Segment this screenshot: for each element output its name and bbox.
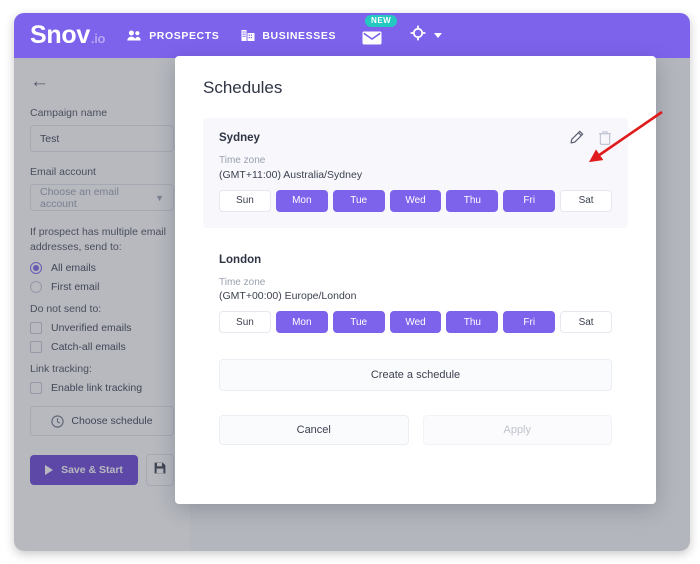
create-schedule-label: Create a schedule [370, 369, 461, 381]
apply-button[interactable]: Apply [422, 415, 612, 445]
day-button-sun[interactable]: Sun [219, 311, 271, 333]
day-selector-london: Sun Mon Tue Wed Thu Fri Sat [219, 311, 613, 333]
schedule-card-london: London Time zone (GMT+00:00) Europe/Lond… [203, 253, 628, 333]
pencil-icon[interactable] [569, 130, 584, 150]
day-button-mon[interactable]: Mon [275, 311, 328, 333]
timezone-value-london: (GMT+00:00) Europe/London [219, 290, 357, 302]
day-button-mon[interactable]: Mon [275, 189, 328, 212]
building-icon [241, 29, 255, 42]
day-button-sat[interactable]: Sat [560, 311, 613, 333]
nav-item-prospects[interactable]: PROSPECTS [127, 30, 219, 42]
day-button-sat[interactable]: Sat [560, 189, 613, 212]
cancel-label: Cancel [296, 424, 331, 436]
nav-label-prospects: PROSPECTS [149, 29, 220, 42]
chevron-down-icon[interactable] [434, 33, 443, 38]
timezone-label-sydney: Time zone [219, 155, 266, 166]
snovio-logo[interactable]: Snov .io [30, 23, 105, 48]
trash-icon[interactable] [598, 130, 612, 150]
apply-label: Apply [503, 424, 532, 436]
top-navbar: Snov .io PROSPECTS BUSINESSES NEW [14, 13, 690, 62]
nav-item-mail[interactable]: NEW [362, 13, 398, 62]
day-selector-sydney: Sun Mon Tue Wed Thu Fri Sat [219, 189, 613, 212]
timezone-value-sydney: (GMT+11:00) Australia/Sydney [219, 168, 363, 181]
schedule-card-actions [569, 130, 612, 150]
envelope-icon [362, 31, 382, 50]
target-icon [410, 25, 426, 46]
modal-footer: Cancel Apply [219, 415, 612, 445]
schedule-card-sydney: Sydney Time zone (GMT+11:00) Australia/S… [203, 118, 628, 228]
timezone-label-london: Time zone [219, 276, 266, 288]
day-button-wed[interactable]: Wed [389, 311, 442, 333]
modal-title: Schedules [203, 78, 283, 97]
day-button-fri[interactable]: Fri [503, 189, 556, 212]
logo-suffix: .io [90, 31, 106, 46]
nav-label-businesses: BUSINESSES [262, 29, 337, 42]
app-window: Snov .io PROSPECTS BUSINESSES NEW ← Camp… [14, 13, 690, 551]
nav-item-target[interactable] [410, 25, 443, 46]
cancel-button[interactable]: Cancel [219, 415, 409, 445]
day-button-thu[interactable]: Thu [446, 189, 499, 212]
schedule-name-sydney: Sydney [219, 132, 260, 144]
day-button-fri[interactable]: Fri [503, 311, 556, 333]
people-icon [127, 30, 142, 41]
create-schedule-button[interactable]: Create a schedule [219, 359, 612, 391]
day-button-sun[interactable]: Sun [219, 189, 271, 212]
schedule-name-london: London [219, 253, 262, 266]
day-button-tue[interactable]: Tue [332, 311, 385, 333]
nav-item-businesses[interactable]: BUSINESSES [241, 29, 336, 42]
new-badge: NEW [365, 15, 398, 27]
schedules-modal: Schedules Sydney Time zone (GMT+11:00) A… [175, 56, 656, 504]
day-button-thu[interactable]: Thu [446, 311, 499, 333]
logo-main: Snov [30, 21, 90, 49]
day-button-wed[interactable]: Wed [389, 189, 442, 212]
day-button-tue[interactable]: Tue [332, 189, 385, 212]
